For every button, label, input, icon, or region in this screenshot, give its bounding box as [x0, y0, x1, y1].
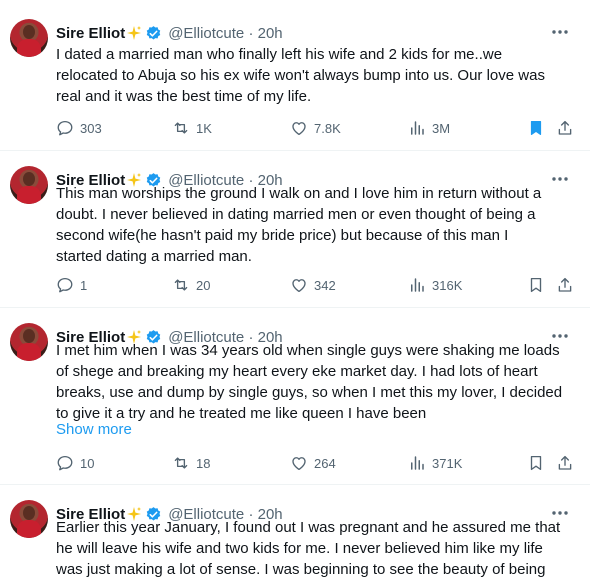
share-icon: [558, 120, 572, 135]
like-button[interactable]: 264: [290, 453, 336, 473]
views-button[interactable]: 316K: [408, 275, 462, 295]
views-button[interactable]: 3M: [408, 118, 450, 138]
like-icon: [292, 279, 306, 293]
more-icon[interactable]: [550, 22, 570, 42]
sparkle-icon: [127, 26, 142, 40]
tweet-actions: 10 18 264 371K: [56, 453, 576, 473]
avatar[interactable]: [10, 500, 48, 538]
bookmark-icon: [530, 455, 542, 471]
reply-button[interactable]: 1: [56, 275, 87, 295]
views-count: 316K: [432, 277, 463, 293]
like-count: 342: [314, 277, 336, 293]
retweet-icon: [174, 279, 188, 291]
reply-count: 10: [80, 455, 95, 471]
share-button[interactable]: [556, 118, 574, 138]
bookmark-button[interactable]: [527, 118, 545, 138]
reply-count: 303: [80, 120, 102, 136]
like-count: 264: [314, 455, 336, 471]
tweet[interactable]: Sire Elliot @Elliotcute · 20h Earlier th…: [0, 481, 590, 578]
share-icon: [558, 455, 572, 470]
views-count: 3M: [432, 120, 451, 136]
avatar[interactable]: [10, 166, 48, 204]
retweet-button[interactable]: 18: [172, 453, 210, 473]
avatar[interactable]: [10, 323, 48, 361]
retweet-icon: [174, 457, 188, 469]
views-button[interactable]: 371K: [408, 453, 462, 473]
bookmark-icon: [530, 121, 542, 135]
verified-badge-icon: [146, 25, 161, 40]
show-more-link[interactable]: Show more: [56, 421, 132, 438]
bookmark-button[interactable]: [527, 453, 545, 473]
reply-count: 1: [80, 277, 88, 293]
bookmark-button[interactable]: [527, 275, 545, 295]
reply-button[interactable]: 10: [56, 453, 94, 473]
tweet-actions: 1 20 342 316K: [56, 275, 576, 295]
views-icon: [411, 121, 424, 135]
reply-icon: [57, 455, 73, 471]
tweet-text: Earlier this year January, I found out I…: [56, 519, 561, 578]
retweet-button[interactable]: 1K: [172, 118, 212, 138]
like-button[interactable]: 7.8K: [290, 118, 341, 138]
share-button[interactable]: [556, 453, 574, 473]
display-name[interactable]: Sire Elliot: [56, 25, 125, 42]
retweet-icon: [174, 122, 188, 134]
retweet-button[interactable]: 20: [172, 275, 210, 295]
tweet-actions: 303 1K 7.8K 3M: [56, 118, 576, 138]
views-icon: [411, 456, 424, 470]
tweet[interactable]: Sire Elliot @Elliotcute · 20h This man w…: [0, 147, 590, 307]
tweet[interactable]: Sire Elliot @Elliotcute · 20h I met him …: [0, 304, 590, 484]
like-icon: [292, 122, 306, 136]
like-count: 7.8K: [314, 120, 341, 136]
views-icon: [411, 278, 424, 292]
tweet-text: I met him when I was 34 years old when s…: [56, 342, 563, 422]
retweet-count: 20: [196, 277, 211, 293]
share-button[interactable]: [556, 275, 574, 295]
like-button[interactable]: 342: [290, 275, 336, 295]
retweet-count: 1K: [196, 120, 212, 136]
avatar[interactable]: [10, 19, 48, 57]
tweet-text: I dated a married man who finally left h…: [56, 46, 545, 105]
tweet-header: Sire Elliot @Elliotcute · 20h: [56, 23, 283, 43]
tweet[interactable]: Sire Elliot @Elliotcute · 20h I dated a …: [0, 0, 590, 150]
bookmark-icon: [530, 277, 542, 293]
reply-button[interactable]: 303: [56, 118, 102, 138]
share-icon: [558, 277, 572, 292]
retweet-count: 18: [196, 455, 211, 471]
reply-icon: [57, 277, 73, 293]
tweet-text: This man worships the ground I walk on a…: [56, 185, 542, 265]
like-icon: [292, 457, 306, 471]
user-handle[interactable]: @Elliotcute · 20h: [168, 25, 282, 42]
views-count: 371K: [432, 455, 463, 471]
reply-icon: [57, 120, 73, 136]
